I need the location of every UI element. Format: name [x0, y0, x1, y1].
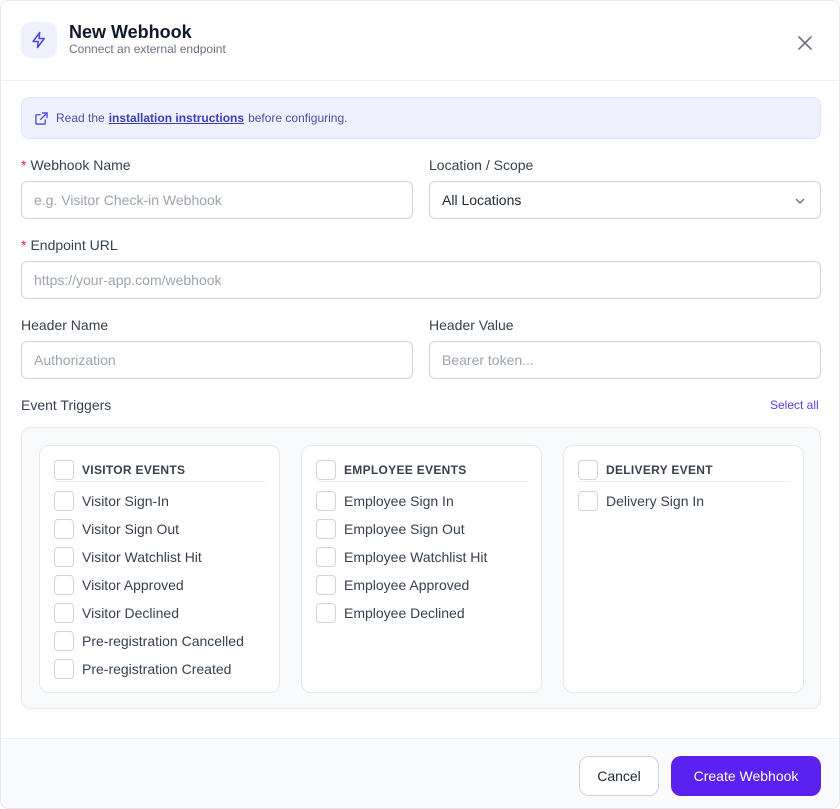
webhook-name-input[interactable]	[21, 181, 413, 219]
trigger-checkbox[interactable]	[54, 659, 74, 679]
employee-events-header: EMPLOYEE EVENTS	[316, 460, 528, 482]
trigger-item[interactable]: Visitor Watchlist Hit	[54, 547, 202, 567]
trigger-checkbox[interactable]	[54, 631, 74, 651]
delivery-event-group: DELIVERY EVENT Delivery Sign In	[563, 445, 804, 693]
banner-prefix: Read the	[56, 111, 105, 125]
trigger-item[interactable]: Visitor Sign Out	[54, 519, 179, 539]
header-name-label: Header Name	[21, 317, 109, 333]
trigger-item[interactable]: Employee Sign In	[316, 491, 454, 511]
trigger-checkbox[interactable]	[316, 575, 336, 595]
banner-suffix: before configuring.	[248, 111, 348, 125]
location-scope-value: All Locations	[442, 192, 522, 208]
required-marker: *	[21, 157, 27, 173]
info-banner: Read the installation instructions befor…	[21, 97, 821, 139]
header-value-label: Header Value	[429, 317, 514, 333]
trigger-item[interactable]: Pre-registration Created	[54, 659, 231, 679]
modal-title: New Webhook	[69, 22, 192, 42]
endpoint-url-label: * Endpoint URL	[21, 237, 118, 253]
chevron-down-icon	[794, 195, 806, 207]
employee-events-group: EMPLOYEE EVENTS Employee Sign In Employe…	[301, 445, 542, 693]
required-marker: *	[21, 237, 27, 253]
cancel-button[interactable]: Cancel	[579, 756, 659, 796]
trigger-checkbox[interactable]	[316, 519, 336, 539]
event-triggers-panel: VISITOR EVENTS Visitor Sign-In Visitor S…	[21, 427, 821, 709]
modal-header: New Webhook Connect an external endpoint	[1, 1, 839, 81]
select-all-link[interactable]: Select all	[770, 398, 819, 412]
lightning-icon	[21, 22, 57, 58]
location-scope-select[interactable]: All Locations	[429, 181, 821, 219]
close-button[interactable]	[795, 33, 815, 53]
trigger-item[interactable]: Employee Declined	[316, 603, 465, 623]
trigger-checkbox[interactable]	[316, 547, 336, 567]
visitor-events-checkbox[interactable]	[54, 460, 74, 480]
trigger-checkbox[interactable]	[54, 491, 74, 511]
location-scope-label: Location / Scope	[429, 157, 534, 173]
delivery-event-checkbox[interactable]	[578, 460, 598, 480]
external-link-icon	[35, 111, 48, 125]
trigger-item[interactable]: Delivery Sign In	[578, 491, 704, 511]
trigger-checkbox[interactable]	[54, 547, 74, 567]
trigger-checkbox[interactable]	[316, 491, 336, 511]
modal-footer: Cancel Create Webhook	[1, 738, 839, 808]
trigger-item[interactable]: Employee Approved	[316, 575, 469, 595]
trigger-item[interactable]: Employee Sign Out	[316, 519, 465, 539]
trigger-checkbox[interactable]	[54, 603, 74, 623]
employee-events-checkbox[interactable]	[316, 460, 336, 480]
installation-instructions-link[interactable]: installation instructions	[109, 111, 244, 125]
visitor-events-group: VISITOR EVENTS Visitor Sign-In Visitor S…	[39, 445, 280, 693]
modal-subtitle: Connect an external endpoint	[69, 42, 226, 56]
trigger-checkbox[interactable]	[54, 575, 74, 595]
trigger-item[interactable]: Visitor Sign-In	[54, 491, 169, 511]
trigger-checkbox[interactable]	[578, 491, 598, 511]
trigger-checkbox[interactable]	[316, 603, 336, 623]
webhook-name-label: * Webhook Name	[21, 157, 131, 173]
event-triggers-label: Event Triggers	[21, 397, 112, 413]
header-value-input[interactable]	[429, 341, 821, 379]
visitor-events-header: VISITOR EVENTS	[54, 460, 266, 482]
new-webhook-modal: New Webhook Connect an external endpoint…	[0, 0, 840, 809]
close-icon	[798, 36, 812, 50]
trigger-item[interactable]: Pre-registration Cancelled	[54, 631, 244, 651]
create-webhook-button[interactable]: Create Webhook	[671, 756, 821, 796]
endpoint-url-input[interactable]	[21, 261, 821, 299]
trigger-item[interactable]: Visitor Declined	[54, 603, 179, 623]
trigger-item[interactable]: Employee Watchlist Hit	[316, 547, 487, 567]
trigger-checkbox[interactable]	[54, 519, 74, 539]
trigger-item[interactable]: Visitor Approved	[54, 575, 184, 595]
delivery-event-header: DELIVERY EVENT	[578, 460, 790, 482]
header-name-input[interactable]	[21, 341, 413, 379]
